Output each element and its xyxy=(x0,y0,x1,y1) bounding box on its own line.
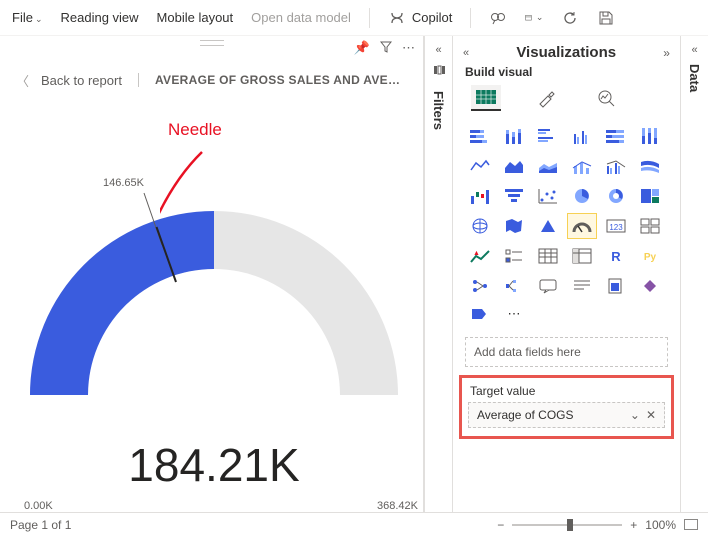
data-collapse-icon[interactable]: « xyxy=(691,44,697,56)
target-value-field[interactable]: Average of COGS ⌄ ✕ xyxy=(468,402,665,428)
pin-icon[interactable]: 📌 xyxy=(354,40,370,56)
viz-waterfall[interactable] xyxy=(465,183,495,209)
target-value-field-text: Average of COGS xyxy=(477,408,574,422)
save-icon[interactable] xyxy=(597,9,615,27)
viz-stacked-bar[interactable] xyxy=(465,123,495,149)
viz-kpi[interactable]: ▲ xyxy=(465,243,495,269)
filters-collapse-icon[interactable]: « xyxy=(435,44,441,56)
data-pane-label[interactable]: Data xyxy=(687,64,702,92)
viz-decomposition[interactable] xyxy=(499,273,529,299)
svg-text:Py: Py xyxy=(644,252,657,263)
svg-text:▲: ▲ xyxy=(473,250,480,257)
viz-expand-icon[interactable]: » xyxy=(663,46,670,60)
viz-paginated[interactable] xyxy=(601,273,631,299)
view-menu[interactable]: ⌄ xyxy=(525,9,543,27)
svg-text:R: R xyxy=(611,249,621,264)
viz-qa[interactable] xyxy=(533,273,563,299)
viz-stacked-area[interactable] xyxy=(533,153,563,179)
add-data-fields-well[interactable]: Add data fields here xyxy=(465,337,668,367)
viz-funnel[interactable] xyxy=(499,183,529,209)
annotation-needle: Needle xyxy=(168,120,222,140)
reading-view-button[interactable]: Reading view xyxy=(61,10,139,25)
back-to-report[interactable]: Back to report xyxy=(41,73,122,88)
gauge-needle-label: 146.65K xyxy=(103,177,144,189)
zoom-out-button[interactable]: − xyxy=(497,518,504,532)
viz-stacked-column[interactable] xyxy=(499,123,529,149)
gauge-min: 0.00K xyxy=(24,500,53,512)
viz-table[interactable] xyxy=(533,243,563,269)
viz-scatter[interactable] xyxy=(533,183,563,209)
copilot-button[interactable]: Copilot xyxy=(388,9,452,27)
viz-clustered-bar[interactable] xyxy=(533,123,563,149)
refresh-icon[interactable] xyxy=(561,9,579,27)
filters-pane-label[interactable]: Filters xyxy=(431,91,446,130)
viz-ribbon[interactable] xyxy=(635,153,665,179)
find-icon[interactable] xyxy=(489,9,507,27)
page-indicator: Page 1 of 1 xyxy=(10,518,71,532)
viz-map[interactable] xyxy=(465,213,495,239)
viz-line-stacked[interactable] xyxy=(567,153,597,179)
viz-line-clustered[interactable] xyxy=(601,153,631,179)
filters-icon xyxy=(432,64,446,79)
viz-card[interactable]: 123 xyxy=(601,213,631,239)
viz-treemap[interactable] xyxy=(635,183,665,209)
svg-text:123: 123 xyxy=(609,223,623,232)
chevron-down-icon[interactable]: ⌄ xyxy=(630,408,640,422)
viz-clustered-column[interactable] xyxy=(567,123,597,149)
visualization-picker: 123 ▲ R Py xyxy=(453,115,680,301)
zoom-level: 100% xyxy=(645,518,676,532)
build-visual-label: Build visual xyxy=(453,63,680,85)
zoom-slider[interactable] xyxy=(512,524,622,526)
back-chevron-icon[interactable]: 〈 xyxy=(16,71,29,90)
viz-automate[interactable] xyxy=(465,301,495,327)
viz-gauge[interactable] xyxy=(567,213,597,239)
open-data-model-button: Open data model xyxy=(251,10,351,25)
gauge-max: 368.42K xyxy=(377,500,418,512)
viz-pie[interactable] xyxy=(567,183,597,209)
remove-field-icon[interactable]: ✕ xyxy=(646,408,656,422)
viz-matrix[interactable] xyxy=(567,243,597,269)
viz-powerapps[interactable] xyxy=(635,273,665,299)
viz-azure-map[interactable] xyxy=(533,213,563,239)
target-value-callout: Target value Average of COGS ⌄ ✕ xyxy=(459,375,674,439)
gauge-chart xyxy=(10,180,418,420)
viz-slicer[interactable] xyxy=(499,243,529,269)
viz-100-stacked-bar[interactable] xyxy=(601,123,631,149)
filter-icon[interactable] xyxy=(380,41,392,56)
tab-build[interactable] xyxy=(471,85,501,111)
viz-100-stacked-column[interactable] xyxy=(635,123,665,149)
viz-donut[interactable] xyxy=(601,183,631,209)
viz-narrative[interactable] xyxy=(567,273,597,299)
viz-area[interactable] xyxy=(499,153,529,179)
viz-python[interactable]: Py xyxy=(635,243,665,269)
viz-multi-card[interactable] xyxy=(635,213,665,239)
viz-filled-map[interactable] xyxy=(499,213,529,239)
more-icon[interactable]: ⋯ xyxy=(402,40,415,56)
mobile-layout-button[interactable]: Mobile layout xyxy=(157,10,234,25)
viz-key-influencers[interactable] xyxy=(465,273,495,299)
fit-page-icon[interactable] xyxy=(684,519,698,530)
viz-line[interactable] xyxy=(465,153,495,179)
gauge-value: 184.21K xyxy=(10,438,418,492)
zoom-in-button[interactable]: + xyxy=(630,518,637,532)
tab-analytics[interactable] xyxy=(591,85,621,111)
visualizations-title: Visualizations xyxy=(516,44,616,61)
viz-collapse-icon[interactable]: « xyxy=(463,47,469,59)
viz-more[interactable]: ⋯ xyxy=(499,301,529,327)
copilot-icon xyxy=(388,9,406,27)
viz-r[interactable]: R xyxy=(601,243,631,269)
target-value-label: Target value xyxy=(468,384,665,402)
tab-format[interactable] xyxy=(531,85,561,111)
file-menu[interactable]: File⌄ xyxy=(12,10,43,25)
visual-title: AVERAGE OF GROSS SALES AND AVERAG... xyxy=(138,73,407,87)
